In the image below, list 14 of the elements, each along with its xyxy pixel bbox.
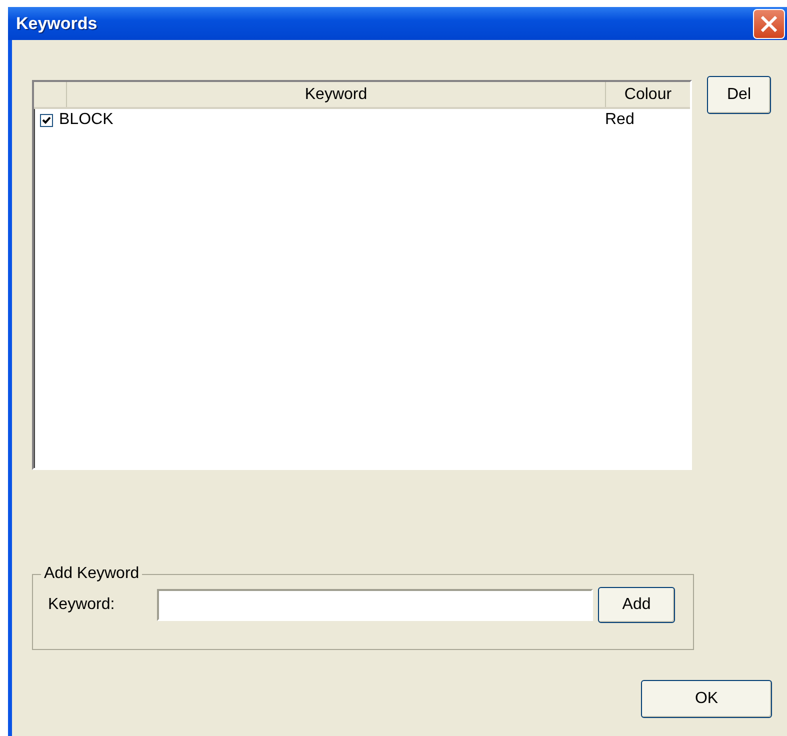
column-header[interactable]: Keyword (67, 82, 606, 107)
table-cell: BLOCK (59, 111, 114, 129)
keyword-field[interactable] (157, 589, 593, 621)
table-cell-text: Red (605, 111, 636, 129)
field-label: Keyword: (48, 596, 116, 614)
delete-button[interactable]: Del (707, 76, 771, 114)
group-label: Add Keyword (41, 565, 142, 583)
close-icon (759, 14, 779, 34)
column-header[interactable]: Colour (606, 82, 690, 107)
add-button[interactable]: Add (598, 587, 675, 623)
ok-button[interactable]: OK (641, 680, 772, 718)
close-button[interactable] (753, 8, 785, 38)
checkbox[interactable] (40, 114, 53, 126)
window-title: Keywords (15, 14, 98, 34)
